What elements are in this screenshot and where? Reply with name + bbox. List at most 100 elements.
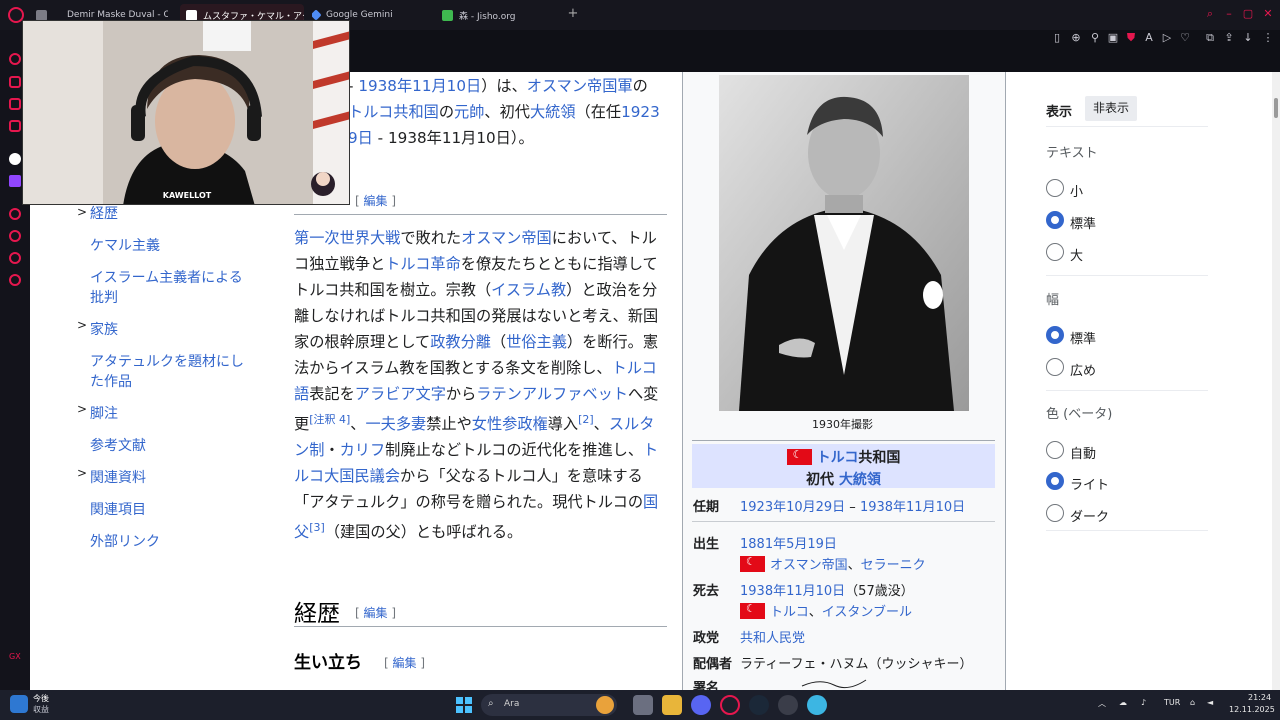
menu-icon[interactable]: ⋮ xyxy=(1261,31,1275,45)
discord-taskbar-icon[interactable] xyxy=(691,695,711,715)
tray-language[interactable]: TUR xyxy=(1164,698,1180,707)
text-size-small-label[interactable]: 小 xyxy=(1070,181,1083,200)
toc-item-kemalism[interactable]: ケマル主義 xyxy=(90,236,160,256)
toc-item-notes[interactable]: 脚注 xyxy=(90,404,118,424)
early-life-edit-link[interactable]: [ 編集 ] xyxy=(384,654,425,671)
birth-place-link[interactable]: オスマン帝国 xyxy=(770,558,848,573)
party-link[interactable]: 共和人民党 xyxy=(740,631,805,646)
toc-item-works-about[interactable]: アタテュルクを題材にした作品 xyxy=(90,352,254,392)
file-explorer-icon[interactable] xyxy=(662,695,682,715)
toc-item-see-also[interactable]: 関連項目 xyxy=(90,500,146,520)
intro-link[interactable]: 1938年11月10日 xyxy=(358,77,481,95)
birth-city-link[interactable]: セラーニク xyxy=(861,558,926,573)
search-highlight-icon[interactable] xyxy=(596,696,614,714)
intro-link[interactable]: 元帥 xyxy=(454,103,484,121)
color-auto-label[interactable]: 自動 xyxy=(1070,443,1096,462)
death-place-link[interactable]: トルコ xyxy=(770,605,809,620)
width-standard-radio[interactable] xyxy=(1046,326,1064,344)
tray-chevron-icon[interactable]: ︿ xyxy=(1098,698,1106,709)
opera-gx-taskbar-icon[interactable] xyxy=(720,695,740,715)
toc-item-career[interactable]: 経歴 xyxy=(90,204,118,224)
sidebar-news-icon[interactable] xyxy=(9,120,21,132)
sidebar-music-icon[interactable] xyxy=(9,153,21,165)
bookmark-heart-icon[interactable]: ♡ xyxy=(1178,31,1192,45)
section-edit-link[interactable]: [ 編集 ] xyxy=(355,192,396,209)
term-to-link[interactable]: 1938年11月10日 xyxy=(860,500,965,515)
intro-link[interactable]: 9日 xyxy=(348,129,373,147)
toc-item-references[interactable]: 参考文献 xyxy=(90,436,146,456)
body-link[interactable]: 政教分離 xyxy=(430,333,491,351)
text-size-standard-label[interactable]: 標準 xyxy=(1070,213,1096,232)
tray-cloud-icon[interactable]: ☁ xyxy=(1119,698,1127,707)
sidebar-messenger-icon[interactable] xyxy=(9,76,21,88)
snapshot-icon[interactable]: ▣ xyxy=(1106,31,1120,45)
text-size-standard-radio[interactable] xyxy=(1046,211,1064,229)
footnote-ref[interactable]: [注釈 4] xyxy=(309,413,350,426)
width-standard-label[interactable]: 標準 xyxy=(1070,328,1096,347)
pin-icon[interactable]: ⚲ xyxy=(1088,31,1102,45)
infobox-subtitle-link[interactable]: 大統領 xyxy=(839,472,881,488)
intro-link[interactable]: オスマン帝国軍 xyxy=(527,77,633,95)
scrollbar-thumb[interactable] xyxy=(1274,98,1278,118)
app-taskbar-icon[interactable] xyxy=(807,695,827,715)
edit-label[interactable]: 編集 xyxy=(364,194,388,208)
weather-icon[interactable] xyxy=(10,695,28,713)
zoom-icon[interactable]: ⊕ xyxy=(1069,31,1083,45)
minimize-icon[interactable]: – xyxy=(1222,7,1236,21)
body-link[interactable]: 女性参政権 xyxy=(472,415,548,433)
footnote-ref[interactable]: [2] xyxy=(578,413,594,426)
close-window-icon[interactable]: ✕ xyxy=(1261,7,1275,21)
tray-time[interactable]: 21:24 xyxy=(1248,693,1271,702)
windows-start-icon[interactable] xyxy=(454,695,474,715)
tab-4[interactable]: 森 - Jisho.org xyxy=(442,4,562,26)
sidebar-twitch-icon[interactable] xyxy=(9,175,21,187)
reader-mode-icon[interactable]: ▯ xyxy=(1050,31,1064,45)
obs-taskbar-icon[interactable] xyxy=(778,695,798,715)
sidebar-discord-icon[interactable] xyxy=(9,98,21,110)
text-size-small-radio[interactable] xyxy=(1046,179,1064,197)
weather-temp[interactable]: 今後 xyxy=(33,693,49,704)
intro-link[interactable]: トルコ共和国 xyxy=(348,103,439,121)
extensions-icon[interactable]: ⧉ xyxy=(1203,31,1217,45)
toc-item-further-reading[interactable]: 関連資料 xyxy=(90,468,146,488)
toc-item-islamist-critique[interactable]: イスラーム主義者による批判 xyxy=(90,268,254,308)
steam-taskbar-icon[interactable] xyxy=(749,695,769,715)
portrait-photo[interactable] xyxy=(719,75,969,411)
search-tabs-icon[interactable]: ⌕ xyxy=(1203,7,1217,21)
toc-item-external-links[interactable]: 外部リンク xyxy=(90,532,160,552)
color-auto-radio[interactable] xyxy=(1046,441,1064,459)
death-city-link[interactable]: イスタンブール xyxy=(822,605,912,620)
sidebar-extensions-icon[interactable] xyxy=(9,252,21,264)
text-size-large-label[interactable]: 大 xyxy=(1070,245,1083,264)
body-link[interactable]: カリフ xyxy=(340,441,386,459)
body-link[interactable]: ラテンアルファベット xyxy=(476,385,628,403)
toc-expand-caret-icon[interactable]: > xyxy=(77,466,87,480)
text-size-large-radio[interactable] xyxy=(1046,243,1064,261)
body-link[interactable]: 一夫多妻 xyxy=(365,415,426,433)
download-icon[interactable]: ↓ xyxy=(1241,31,1255,45)
sidebar-settings-gear-icon[interactable] xyxy=(9,274,21,286)
body-link[interactable]: 第一次世界大戦 xyxy=(294,229,400,247)
intro-link[interactable]: 大統領 xyxy=(530,103,576,121)
play-icon[interactable]: ▷ xyxy=(1160,31,1174,45)
share-icon[interactable]: ⇪ xyxy=(1222,31,1236,45)
translate-icon[interactable]: A xyxy=(1142,31,1156,45)
body-link[interactable]: イスラム教 xyxy=(491,281,566,299)
term-from-link[interactable]: 1923年10月29日 xyxy=(740,500,845,515)
infobox-title-link[interactable]: トルコ xyxy=(817,450,859,466)
tray-mic-icon[interactable]: ♪ xyxy=(1141,698,1146,707)
tray-volume-icon[interactable]: ◄ xyxy=(1207,698,1213,707)
toc-expand-caret-icon[interactable]: > xyxy=(77,318,87,332)
birth-date-link[interactable]: 1881年5月19日 xyxy=(740,537,837,552)
toc-expand-caret-icon[interactable]: > xyxy=(77,205,87,219)
death-date-link[interactable]: 1938年11月10日 xyxy=(740,584,845,599)
toc-expand-caret-icon[interactable]: > xyxy=(77,402,87,416)
color-light-label[interactable]: ライト xyxy=(1070,474,1109,493)
tray-date[interactable]: 12.11.2025 xyxy=(1229,705,1275,714)
maximize-icon[interactable]: ▢ xyxy=(1241,7,1255,21)
appearance-hide-button[interactable]: 非表示 xyxy=(1085,96,1137,121)
color-dark-label[interactable]: ダーク xyxy=(1070,506,1109,525)
weather-desc[interactable]: 収益 xyxy=(33,704,49,715)
footnote-ref[interactable]: [3] xyxy=(309,521,325,534)
intro-link[interactable]: 1923 xyxy=(621,103,660,121)
